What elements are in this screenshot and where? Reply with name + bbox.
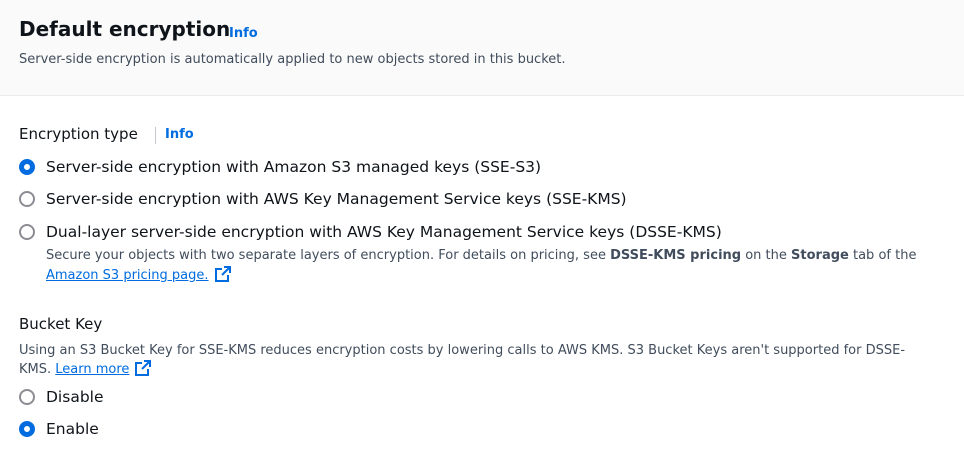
bucket-key-desc-line2: KMS. Learn more xyxy=(19,360,152,382)
bucket-key-desc-text: KMS. xyxy=(19,362,52,377)
radio-button-checked-icon[interactable] xyxy=(19,159,35,175)
section-description: Server-side encryption is automatically … xyxy=(19,52,566,67)
radio-button-icon[interactable] xyxy=(19,191,35,207)
encryption-type-label: Encryption type xyxy=(19,125,138,143)
s3-pricing-link[interactable]: Amazon S3 pricing page. xyxy=(46,268,209,283)
dsse-desc-text: tab of the xyxy=(848,248,917,263)
radio-sse-kms[interactable]: Server-side encryption with AWS Key Mana… xyxy=(19,188,627,210)
radio-label: Disable xyxy=(46,388,104,406)
radio-enable[interactable]: Enable xyxy=(19,418,99,440)
dsse-desc-text: on the xyxy=(741,248,792,263)
radio-dsse-kms[interactable]: Dual-layer server-side encryption with A… xyxy=(19,221,722,243)
bucket-key-description: Using an S3 Bucket Key for SSE-KMS reduc… xyxy=(19,343,906,358)
pricing-link-row: Amazon S3 pricing page. xyxy=(46,266,231,288)
learn-more-link[interactable]: Learn more xyxy=(55,362,129,377)
dsse-pricing-bold: DSSE-KMS pricing xyxy=(610,248,742,263)
external-link-icon[interactable] xyxy=(214,266,231,288)
radio-label: Enable xyxy=(46,420,99,438)
radio-label: Server-side encryption with AWS Key Mana… xyxy=(46,190,627,208)
radio-button-icon[interactable] xyxy=(19,389,35,405)
encryption-type-info-link[interactable]: Info xyxy=(165,127,194,142)
radio-sse-s3[interactable]: Server-side encryption with Amazon S3 ma… xyxy=(19,156,541,178)
section-header: Default encryption Info Server-side encr… xyxy=(0,0,964,96)
divider xyxy=(155,127,156,144)
dsse-desc-text: Secure your objects with two separate la… xyxy=(46,248,611,263)
info-link[interactable]: Info xyxy=(229,26,258,41)
radio-disable[interactable]: Disable xyxy=(19,386,104,408)
radio-button-icon[interactable] xyxy=(19,224,35,240)
section-title: Default encryption xyxy=(19,17,231,41)
external-link-icon[interactable] xyxy=(135,360,152,382)
radio-label: Dual-layer server-side encryption with A… xyxy=(46,223,722,241)
storage-bold: Storage xyxy=(791,248,849,263)
radio-label: Server-side encryption with Amazon S3 ma… xyxy=(46,158,542,176)
bucket-key-label: Bucket Key xyxy=(19,315,103,333)
dsse-description: Secure your objects with two separate la… xyxy=(46,246,916,265)
radio-button-checked-icon[interactable] xyxy=(19,421,35,437)
